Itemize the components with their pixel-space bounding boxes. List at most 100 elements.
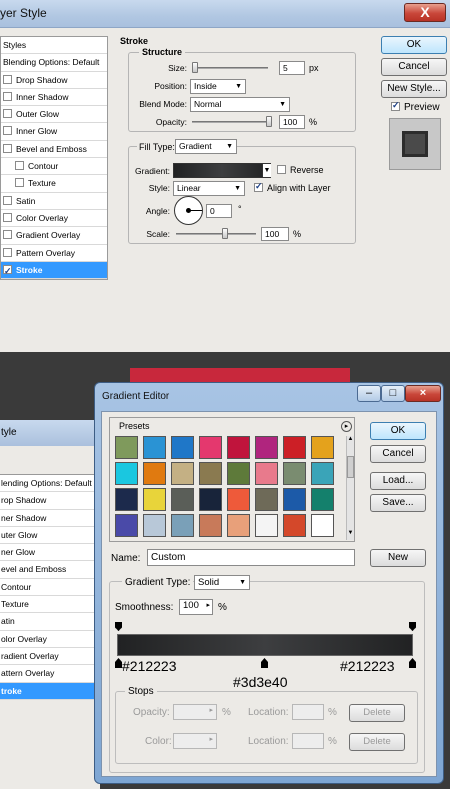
opacity-input[interactable]: 100 (279, 115, 305, 129)
sidebar-checkbox[interactable] (3, 109, 12, 119)
preset-swatch[interactable] (143, 488, 166, 511)
preset-swatch[interactable] (227, 488, 250, 511)
preset-swatch[interactable] (227, 462, 250, 485)
preset-swatch[interactable] (199, 488, 222, 511)
align-checkbox[interactable] (254, 181, 263, 192)
preset-swatch[interactable] (143, 436, 166, 459)
reverse-checkbox-row[interactable]: Reverse (277, 165, 324, 175)
preset-swatch[interactable] (115, 514, 138, 537)
preset-swatch[interactable] (171, 488, 194, 511)
sidebar-checkbox[interactable] (3, 143, 12, 153)
preset-swatch[interactable] (255, 462, 278, 485)
preset-swatch[interactable] (171, 436, 194, 459)
name-input[interactable]: Custom (147, 549, 355, 566)
preset-swatch[interactable] (143, 462, 166, 485)
sidebar-checkbox[interactable] (3, 91, 12, 101)
new-style-button[interactable]: New Style... (381, 80, 447, 98)
preset-swatch[interactable] (143, 514, 166, 537)
delete-color-stop-button[interactable]: Delete (349, 733, 405, 751)
smoothness-input[interactable]: 100 ▸ (179, 599, 213, 615)
ok-button[interactable]: OK (381, 36, 447, 54)
minimize-button[interactable]: – (357, 385, 381, 402)
presets-menu-icon[interactable]: ▸ (341, 421, 352, 432)
scale-slider[interactable] (176, 233, 256, 235)
position-select[interactable]: Inside (190, 79, 246, 94)
gradient-type-select[interactable]: Solid (194, 575, 250, 590)
preset-swatch[interactable] (283, 514, 306, 537)
preset-swatch[interactable] (283, 462, 306, 485)
sidebar-checkbox[interactable] (3, 247, 12, 257)
sidebar-item-satin[interactable]: Satin (1, 193, 107, 210)
size-slider[interactable] (192, 67, 268, 69)
presets-scrollbar[interactable]: ▲ ▼ (346, 436, 354, 540)
scale-slider-thumb[interactable] (222, 228, 228, 239)
sidebar-item-blending-options-default[interactable]: Blending Options: Default (1, 54, 107, 72)
sidebar-item-pattern-overlay[interactable]: Pattern Overlay (1, 245, 107, 262)
sidebar-checkbox[interactable] (3, 126, 12, 136)
size-input[interactable]: 5 (279, 61, 305, 75)
sidebar-item-texture[interactable]: Texture (1, 175, 107, 193)
cancel-button[interactable]: Cancel (370, 445, 426, 463)
preset-swatch[interactable] (311, 488, 334, 511)
preset-swatch[interactable] (283, 436, 306, 459)
sidebar-item-styles[interactable]: Styles (1, 37, 107, 55)
stop-color-dropdown-icon[interactable]: ▸ (209, 734, 213, 746)
maximize-button[interactable]: □ (381, 385, 405, 402)
preset-swatch[interactable] (115, 436, 138, 459)
preset-swatch[interactable] (311, 462, 334, 485)
preset-swatch[interactable] (255, 436, 278, 459)
ok-button[interactable]: OK (370, 422, 426, 440)
align-checkbox-row[interactable]: Align with Layer (254, 181, 331, 193)
sidebar-checkbox[interactable] (3, 195, 12, 205)
preset-swatch[interactable] (199, 514, 222, 537)
gradient-ramp[interactable] (117, 634, 413, 656)
close-button[interactable]: × (405, 385, 441, 402)
close-button[interactable]: X (404, 3, 446, 22)
sidebar-item-bevel-and-emboss[interactable]: Bevel and Emboss (1, 141, 107, 159)
angle-input[interactable]: 0 (206, 204, 232, 218)
sidebar-checkbox[interactable] (3, 212, 12, 222)
reverse-checkbox[interactable] (277, 165, 286, 174)
stop-opacity-input[interactable]: ▸ (173, 704, 217, 720)
fill-type-select[interactable]: Gradient (175, 139, 237, 154)
preview-checkbox[interactable] (391, 100, 400, 111)
sidebar-checkbox[interactable] (3, 263, 12, 278)
style-select[interactable]: Linear (173, 181, 245, 196)
opacity-slider[interactable] (192, 121, 270, 123)
smoothness-dropdown-icon[interactable]: ▸ (206, 600, 210, 612)
cancel-button[interactable]: Cancel (381, 58, 447, 76)
sidebar-item-gradient-overlay[interactable]: Gradient Overlay (1, 227, 107, 245)
sidebar-item-contour[interactable]: Contour (1, 158, 107, 176)
scroll-down-icon[interactable]: ▼ (347, 530, 354, 538)
sidebar-item-inner-glow[interactable]: Inner Glow (1, 123, 107, 141)
opacity-slider-thumb[interactable] (266, 116, 272, 127)
preset-swatch[interactable] (311, 514, 334, 537)
stop-color-swatch[interactable]: ▸ (173, 733, 217, 749)
size-slider-thumb[interactable] (192, 62, 198, 73)
gradient-swatch[interactable] (173, 163, 271, 178)
sidebar-item-inner-shadow[interactable]: Inner Shadow (1, 89, 107, 107)
preview-checkbox-row[interactable]: Preview (391, 100, 440, 113)
preset-swatch[interactable] (227, 514, 250, 537)
stop-opacity-dropdown-icon[interactable]: ▸ (209, 705, 213, 717)
sidebar-item-outer-glow[interactable]: Outer Glow (1, 106, 107, 124)
sidebar-item-drop-shadow[interactable]: Drop Shadow (1, 72, 107, 89)
delete-opacity-stop-button[interactable]: Delete (349, 704, 405, 722)
sidebar-checkbox[interactable] (3, 74, 12, 84)
preset-swatch[interactable] (255, 514, 278, 537)
color-location-input[interactable] (292, 733, 324, 749)
preset-swatch[interactable] (171, 462, 194, 485)
sidebar-checkbox[interactable] (3, 230, 12, 240)
save-button[interactable]: Save... (370, 494, 426, 512)
preset-swatch[interactable] (283, 488, 306, 511)
preset-swatch[interactable] (115, 462, 138, 485)
preset-swatch[interactable] (199, 462, 222, 485)
sidebar-checkbox[interactable] (15, 178, 24, 188)
blend-mode-select[interactable]: Normal (190, 97, 290, 112)
new-button[interactable]: New (370, 549, 426, 567)
scroll-up-icon[interactable]: ▲ (347, 436, 354, 444)
sidebar-checkbox[interactable] (15, 161, 24, 171)
preset-swatch[interactable] (311, 436, 334, 459)
preset-swatch[interactable] (115, 488, 138, 511)
opacity-location-input[interactable] (292, 704, 324, 720)
